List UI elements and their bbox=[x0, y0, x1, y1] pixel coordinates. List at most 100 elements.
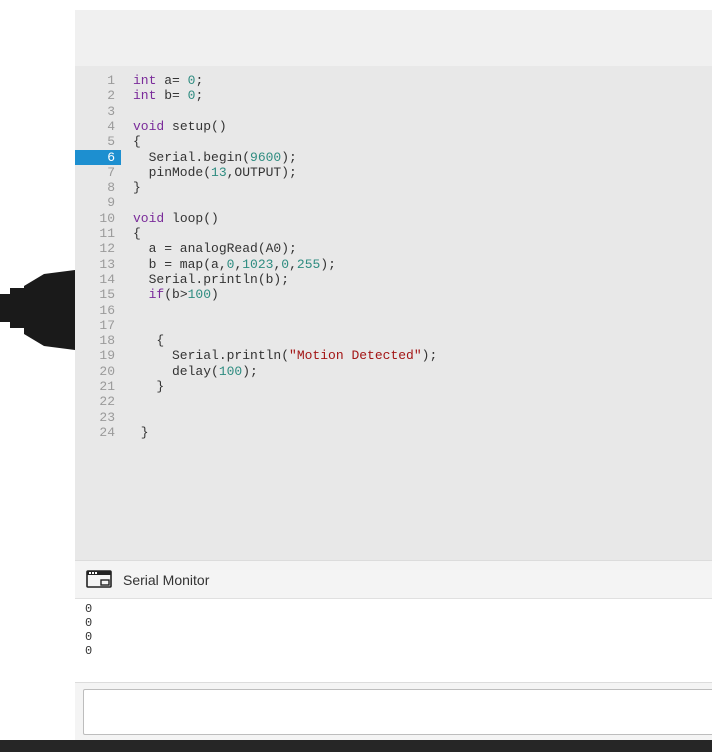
code-line[interactable]: if(b>100) bbox=[133, 287, 219, 302]
code-line[interactable]: pinMode(13,OUTPUT); bbox=[133, 165, 297, 180]
line-number: 21 bbox=[99, 379, 115, 394]
code-line[interactable]: a = analogRead(A0); bbox=[133, 241, 297, 256]
code-line[interactable]: Serial.begin(9600); bbox=[133, 150, 297, 165]
code-token: 100 bbox=[187, 287, 212, 303]
code-text-area[interactable]: int a= 0; int b= 0; void setup(){ Serial.b… bbox=[121, 66, 712, 560]
line-number: 15 bbox=[99, 287, 115, 303]
code-token: ); bbox=[320, 256, 336, 272]
code-token: a= bbox=[156, 73, 188, 88]
usb-connector-icon bbox=[0, 270, 75, 350]
code-token: 1023 bbox=[242, 256, 274, 272]
code-token: pinMode( bbox=[133, 164, 212, 180]
code-token: ,OUTPUT); bbox=[226, 164, 297, 180]
code-token: ; bbox=[195, 88, 204, 104]
code-token: delay( bbox=[133, 363, 219, 379]
line-number: 17 bbox=[99, 317, 115, 333]
code-token: 100 bbox=[218, 363, 243, 379]
serial-input-field[interactable] bbox=[83, 689, 712, 735]
serial-output-line: 0 bbox=[85, 602, 93, 616]
line-number: 23 bbox=[99, 409, 115, 425]
line-number: 24 bbox=[99, 424, 115, 440]
serial-input-area bbox=[75, 682, 712, 740]
line-number: 3 bbox=[107, 103, 115, 119]
serial-output-line: 0 bbox=[85, 630, 93, 644]
line-number: 19 bbox=[99, 348, 115, 364]
serial-output-line: 0 bbox=[85, 616, 93, 630]
line-number: 6 bbox=[107, 149, 115, 165]
code-token: (b> bbox=[164, 287, 188, 303]
circuit-editor-page: 1 2 3 4 5 6 7 8 9 10 11 12 13 14 15 16 17 18 19 20 21 22 23 24 … bbox=[0, 0, 712, 752]
code-line[interactable]: { bbox=[133, 333, 164, 348]
line-number: 9 bbox=[107, 195, 115, 211]
code-token: ; bbox=[195, 73, 204, 88]
line-number: 20 bbox=[99, 363, 115, 379]
code-token: 9600 bbox=[250, 149, 282, 165]
code-token: "Motion Detected" bbox=[289, 348, 422, 364]
code-token: } bbox=[133, 379, 165, 394]
code-line[interactable]: { bbox=[133, 134, 141, 149]
code-token: 0 bbox=[281, 256, 290, 272]
code-line[interactable]: { bbox=[133, 226, 141, 241]
line-number: 8 bbox=[107, 180, 115, 196]
code-line[interactable]: Serial.println("Motion Detected"); bbox=[133, 348, 437, 363]
line-number: 5 bbox=[107, 134, 115, 150]
line-number: 7 bbox=[107, 164, 115, 180]
code-token: } bbox=[133, 180, 141, 196]
line-number: 4 bbox=[107, 118, 115, 134]
code-line[interactable]: int a= 0; bbox=[133, 73, 203, 88]
code-token: ); bbox=[281, 149, 297, 165]
code-token: 255 bbox=[296, 256, 321, 272]
code-line[interactable]: delay(100); bbox=[133, 364, 258, 379]
code-line[interactable]: void loop() bbox=[133, 211, 219, 226]
line-number-gutter: 1 2 3 4 5 6 7 8 9 10 11 12 13 14 15 16 17 18 19 20 21 22 23 24 bbox=[75, 66, 127, 560]
line-number: 18 bbox=[99, 333, 115, 349]
code-token: } bbox=[133, 424, 149, 440]
line-number: 16 bbox=[99, 302, 115, 318]
line-number: 12 bbox=[99, 241, 115, 257]
serial-monitor-output[interactable]: 0000 bbox=[75, 598, 712, 682]
serial-monitor-header[interactable]: Serial Monitor bbox=[75, 560, 712, 598]
code-token: if bbox=[148, 287, 165, 303]
code-token: ); bbox=[421, 348, 438, 364]
serial-monitor-title: Serial Monitor bbox=[123, 572, 210, 588]
serial-output-line: 0 bbox=[85, 644, 93, 658]
code-token: b = map(a, bbox=[133, 256, 227, 272]
code-token: 13 bbox=[211, 164, 227, 180]
code-token: void bbox=[133, 210, 165, 226]
code-token: { bbox=[133, 333, 165, 349]
code-line[interactable]: } bbox=[133, 180, 141, 195]
code-line[interactable]: } bbox=[133, 379, 164, 394]
code-line[interactable]: int b= 0; bbox=[133, 88, 203, 103]
code-token: Serial.println( bbox=[133, 348, 290, 364]
code-token: Serial.println(b); bbox=[133, 271, 290, 287]
code-token: void bbox=[133, 118, 165, 134]
code-editor[interactable]: 1 2 3 4 5 6 7 8 9 10 11 12 13 14 15 16 17 18 19 20 21 22 23 24 … bbox=[75, 66, 712, 560]
line-number: 2 bbox=[107, 88, 115, 104]
code-token: ); bbox=[242, 363, 258, 379]
bottom-bar bbox=[0, 740, 712, 752]
line-number: 14 bbox=[99, 271, 115, 287]
code-token: a = analogRead(A0); bbox=[133, 241, 297, 257]
code-token: { bbox=[133, 226, 141, 241]
line-number: 11 bbox=[99, 226, 115, 241]
code-line[interactable]: void setup() bbox=[133, 119, 227, 134]
code-token: b= bbox=[156, 88, 188, 104]
line-number: 22 bbox=[99, 394, 115, 410]
serial-monitor-icon bbox=[86, 570, 112, 588]
line-number: 10 bbox=[99, 210, 115, 226]
code-token: Serial.begin( bbox=[133, 149, 251, 165]
code-token: ) bbox=[211, 287, 219, 303]
code-token: , bbox=[289, 256, 297, 272]
code-line[interactable]: Serial.println(b); bbox=[133, 272, 289, 287]
code-line[interactable]: b = map(a,0,1023,0,255); bbox=[133, 257, 336, 272]
code-token: int bbox=[133, 73, 157, 88]
line-number: 13 bbox=[99, 256, 115, 272]
code-token: int bbox=[133, 88, 157, 104]
line-number: 1 bbox=[107, 73, 115, 88]
code-line[interactable]: } bbox=[133, 425, 149, 440]
code-token: setup() bbox=[164, 118, 227, 134]
code-editor-toolbar bbox=[75, 10, 712, 66]
code-token: { bbox=[133, 134, 141, 150]
code-token: loop() bbox=[164, 210, 219, 226]
